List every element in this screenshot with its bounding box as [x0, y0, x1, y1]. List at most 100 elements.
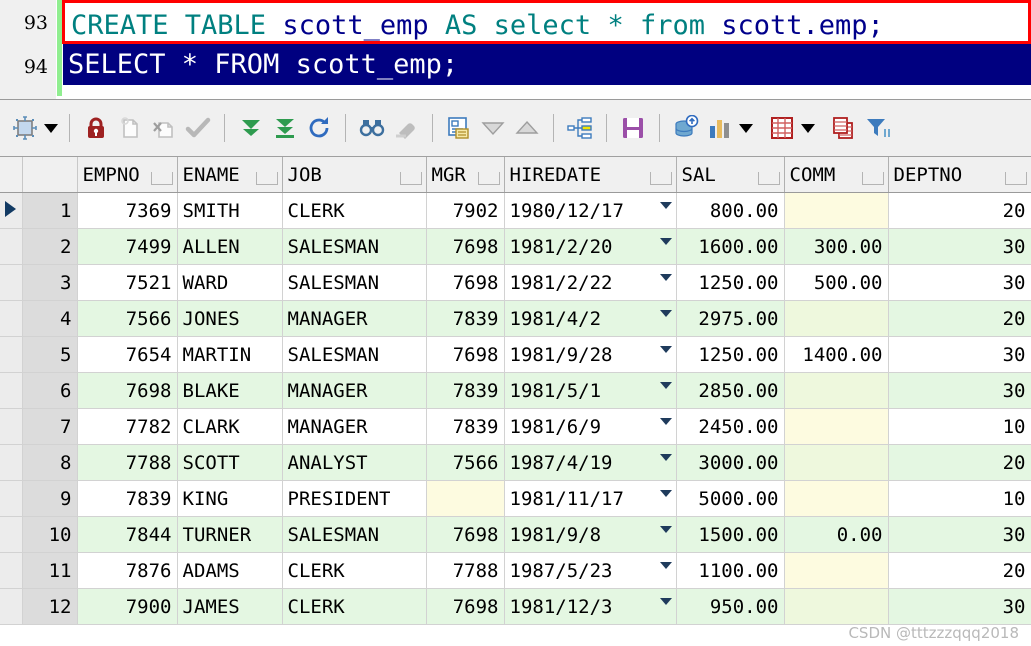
row-marker[interactable]	[0, 228, 23, 265]
row-marker[interactable]	[0, 552, 23, 589]
cell-deptno[interactable]: 20	[888, 552, 1031, 589]
new-record-icon[interactable]	[113, 108, 147, 148]
row-marker[interactable]	[0, 516, 23, 553]
find-icon[interactable]	[355, 108, 389, 148]
cell-empno[interactable]: 7900	[77, 588, 178, 625]
date-picker-chevron-down-icon[interactable]	[659, 346, 672, 353]
chevron-down-icon-grid[interactable]	[799, 108, 817, 148]
table-row[interactable]: 9 7839 KING PRESIDENT 1981/11/17 5000.00 10	[0, 480, 1031, 517]
row-number[interactable]: 2	[22, 228, 78, 265]
cell-ename[interactable]: JONES	[177, 300, 283, 337]
database-upload-icon[interactable]	[669, 108, 703, 148]
single-record-view-icon[interactable]	[442, 108, 476, 148]
cell-comm[interactable]	[784, 552, 889, 589]
cell-deptno[interactable]: 20	[888, 192, 1031, 229]
cell-hiredate[interactable]: 1981/2/22	[504, 264, 677, 301]
table-row[interactable]: 1 7369 SMITH CLERK 7902 1980/12/17 800.00 20	[0, 192, 1031, 229]
cell-sal[interactable]: 3000.00	[676, 444, 785, 481]
fit-grid-icon[interactable]	[8, 108, 42, 148]
sql-editor[interactable]: 93 CREATE TABLE scott_emp AS select * fr…	[0, 0, 1031, 100]
column-header-empno[interactable]: EMPNO	[77, 157, 178, 193]
cell-sal[interactable]: 2850.00	[676, 372, 785, 409]
cell-ename[interactable]: CLARK	[177, 408, 283, 445]
cell-empno[interactable]: 7839	[77, 480, 178, 517]
date-picker-chevron-down-icon[interactable]	[659, 382, 672, 389]
cell-hiredate[interactable]: 1981/9/8	[504, 516, 677, 553]
cell-ename[interactable]: MARTIN	[177, 336, 283, 373]
column-header-sal[interactable]: SAL	[676, 157, 785, 193]
cell-mgr[interactable]: 7698	[426, 516, 505, 553]
cell-job[interactable]: CLERK	[282, 192, 427, 229]
row-marker[interactable]	[0, 300, 23, 337]
date-picker-chevron-down-icon[interactable]	[659, 274, 672, 281]
cell-empno[interactable]: 7566	[77, 300, 178, 337]
cell-sal[interactable]: 1250.00	[676, 264, 785, 301]
cell-sal[interactable]: 2450.00	[676, 408, 785, 445]
cell-comm[interactable]	[784, 480, 889, 517]
column-resize-grip[interactable]	[861, 172, 884, 185]
cell-deptno[interactable]: 30	[888, 372, 1031, 409]
cell-ename[interactable]: TURNER	[177, 516, 283, 553]
column-header-job[interactable]: JOB	[282, 157, 427, 193]
cell-sal[interactable]: 800.00	[676, 192, 785, 229]
sql-statement-create-table[interactable]: CREATE TABLE scott_emp AS select * from …	[62, 0, 1031, 44]
cell-mgr[interactable]: 7839	[426, 372, 505, 409]
row-marker[interactable]	[0, 336, 23, 373]
cell-ename[interactable]: ADAMS	[177, 552, 283, 589]
bar-chart-icon[interactable]	[703, 108, 737, 148]
row-marker[interactable]	[0, 480, 23, 517]
cell-hiredate[interactable]: 1981/12/3	[504, 588, 677, 625]
table-row[interactable]: 3 7521 WARD SALESMAN 7698 1981/2/22 1250.00 500…	[0, 264, 1031, 301]
column-resize-grip[interactable]	[150, 172, 173, 185]
cell-comm[interactable]	[784, 300, 889, 337]
column-header-comm[interactable]: COMM	[784, 157, 889, 193]
date-picker-chevron-down-icon[interactable]	[659, 562, 672, 569]
cell-deptno[interactable]: 10	[888, 480, 1031, 517]
cell-mgr[interactable]: 7698	[426, 228, 505, 265]
cell-job[interactable]: SALESMAN	[282, 264, 427, 301]
editor-line-93[interactable]: 93 CREATE TABLE scott_emp AS select * fr…	[0, 0, 1031, 44]
date-picker-chevron-down-icon[interactable]	[659, 490, 672, 497]
row-number[interactable]: 12	[22, 588, 78, 625]
cell-ename[interactable]: BLAKE	[177, 372, 283, 409]
cell-mgr[interactable]: 7839	[426, 300, 505, 337]
hierarchy-icon[interactable]	[563, 108, 597, 148]
date-picker-chevron-down-icon[interactable]	[659, 418, 672, 425]
cell-empno[interactable]: 7521	[77, 264, 178, 301]
cell-comm[interactable]	[784, 408, 889, 445]
cell-comm[interactable]: 1400.00	[784, 336, 889, 373]
lock-icon[interactable]	[79, 108, 113, 148]
cell-sal[interactable]: 950.00	[676, 588, 785, 625]
cell-deptno[interactable]: 10	[888, 408, 1031, 445]
row-number[interactable]: 6	[22, 372, 78, 409]
cell-comm[interactable]: 500.00	[784, 264, 889, 301]
cell-deptno[interactable]: 30	[888, 228, 1031, 265]
cell-mgr[interactable]: 7902	[426, 192, 505, 229]
table-row[interactable]: 12 7900 JAMES CLERK 7698 1981/12/3 950.00 30	[0, 588, 1031, 625]
row-marker[interactable]	[0, 192, 23, 229]
grid-icon[interactable]	[765, 108, 799, 148]
cell-ename[interactable]: SMITH	[177, 192, 283, 229]
cell-sal[interactable]: 1100.00	[676, 552, 785, 589]
cell-mgr[interactable]	[426, 480, 505, 517]
cell-sal[interactable]: 5000.00	[676, 480, 785, 517]
column-resize-grip[interactable]	[255, 172, 278, 185]
check-icon[interactable]	[181, 108, 215, 148]
cell-comm[interactable]	[784, 372, 889, 409]
column-resize-grip[interactable]	[399, 172, 422, 185]
cell-deptno[interactable]: 30	[888, 516, 1031, 553]
cell-deptno[interactable]: 30	[888, 336, 1031, 373]
cell-sal[interactable]: 2975.00	[676, 300, 785, 337]
row-number[interactable]: 1	[22, 192, 78, 229]
cell-deptno[interactable]: 30	[888, 588, 1031, 625]
date-picker-chevron-down-icon[interactable]	[659, 310, 672, 317]
cell-job[interactable]: CLERK	[282, 588, 427, 625]
cell-deptno[interactable]: 20	[888, 444, 1031, 481]
cell-comm[interactable]: 300.00	[784, 228, 889, 265]
cell-empno[interactable]: 7654	[77, 336, 178, 373]
cell-hiredate[interactable]: 1980/12/17	[504, 192, 677, 229]
column-resize-grip[interactable]	[649, 172, 672, 185]
table-row[interactable]: 11 7876 ADAMS CLERK 7788 1987/5/23 1100.00 20	[0, 552, 1031, 589]
cell-comm[interactable]: 0.00	[784, 516, 889, 553]
column-header-ename[interactable]: ENAME	[177, 157, 283, 193]
